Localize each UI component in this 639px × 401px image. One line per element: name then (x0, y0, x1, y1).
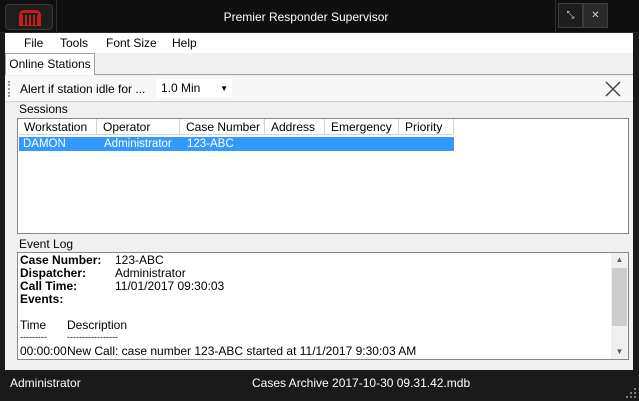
restore-icon[interactable]: ⤡ (558, 3, 583, 28)
log-key: Events: (20, 292, 64, 306)
table-row[interactable]: DAMON Administrator 123-ABC (19, 137, 454, 151)
app-logo-icon[interactable] (5, 4, 53, 30)
log-separator-description: ----------------- (67, 332, 118, 342)
log-key: Case Number: (20, 253, 102, 267)
event-log-scrollbar[interactable]: ▲ ▼ (611, 253, 628, 359)
sessions-header: Workstation Operator Case Number Address… (18, 119, 628, 135)
cell-case-number: 123-ABC (187, 138, 234, 150)
log-separator-time: --------- (20, 332, 47, 342)
menu-file[interactable]: File (24, 36, 43, 50)
column-header-emergency[interactable]: Emergency (325, 119, 399, 135)
tab-strip: Online Stations (5, 53, 633, 75)
column-header-address[interactable]: Address (265, 119, 325, 135)
cell-operator: Administrator (104, 138, 172, 150)
sessions-list[interactable]: Workstation Operator Case Number Address… (17, 118, 629, 234)
log-key: Call Time: (20, 279, 78, 293)
tab-online-stations[interactable]: Online Stations (5, 53, 95, 75)
alert-idle-label: Alert if station idle for ... (20, 82, 146, 96)
toolbar-grip[interactable] (8, 81, 12, 97)
event-log-box[interactable]: Case Number: 123-ABC Dispatcher: Adminis… (17, 252, 629, 360)
scroll-thumb[interactable] (612, 268, 627, 326)
log-entry-time: 00:00:00 (20, 344, 67, 358)
menu-help[interactable]: Help (172, 36, 197, 50)
column-header-workstation[interactable]: Workstation (18, 119, 97, 135)
main-content: File Tools Font Size Help Online Station… (5, 33, 633, 370)
column-header-operator[interactable]: Operator (97, 119, 180, 135)
menu-font-size[interactable]: Font Size (106, 36, 157, 50)
idle-time-select[interactable]: 1.0 Min ▼ (156, 79, 232, 98)
status-bar: Administrator Cases Archive 2017-10-30 0… (0, 371, 639, 400)
chevron-down-icon: ▼ (220, 84, 228, 93)
close-icon[interactable]: ✕ (583, 3, 608, 28)
sessions-label: Sessions (19, 102, 68, 116)
status-user: Administrator (10, 376, 81, 390)
scroll-up-icon[interactable]: ▲ (611, 253, 628, 267)
cell-workstation: DAMON (23, 138, 66, 150)
event-log-label: Event Log (19, 237, 74, 251)
column-header-priority[interactable]: Priority (399, 119, 454, 135)
log-key: Dispatcher: (20, 266, 87, 280)
log-entry-description: New Call: case number 123-ABC started at… (67, 344, 417, 358)
title-bar: Premier Responder Supervisor ⤡ ✕ (0, 0, 639, 33)
idle-time-value: 1.0 Min (161, 81, 201, 95)
status-database: Cases Archive 2017-10-30 09.31.42.mdb (252, 376, 471, 390)
menu-bar: File Tools Font Size Help (5, 33, 633, 53)
log-field-events: Events: (20, 293, 63, 306)
window-title: Premier Responder Supervisor (56, 0, 556, 32)
close-panel-icon[interactable] (601, 77, 625, 101)
menu-tools[interactable]: Tools (60, 36, 88, 50)
toolbar: Alert if station idle for ... 1.0 Min ▼ (5, 76, 633, 102)
resize-grip-icon[interactable] (626, 387, 636, 398)
scroll-down-icon[interactable]: ▼ (611, 345, 628, 359)
log-value: 11/01/2017 09:30:03 (115, 279, 225, 293)
column-header-case-number[interactable]: Case Number (180, 119, 265, 135)
